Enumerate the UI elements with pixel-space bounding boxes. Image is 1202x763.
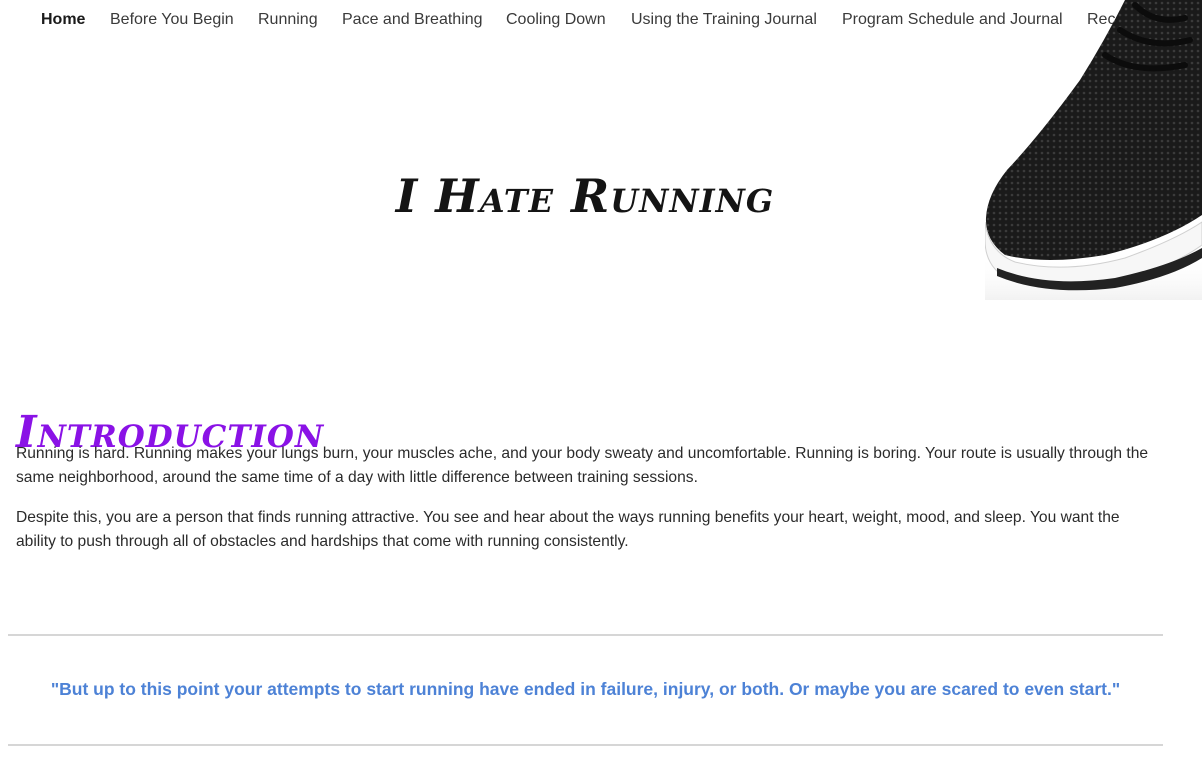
running-shoe-image (985, 0, 1202, 300)
nav-item-using-the-training-journal[interactable]: Using the Training Journal (631, 11, 817, 29)
page: Home Before You Begin Running Pace and B… (0, 0, 1202, 763)
intro-paragraph-1: Running is hard. Running makes your lung… (16, 445, 1149, 486)
nav-item-home[interactable]: Home (41, 11, 85, 29)
divider-top (8, 634, 1163, 636)
pull-quote: "But up to this point your attempts to s… (50, 679, 1121, 699)
divider-bottom (8, 744, 1163, 746)
nav-item-cooling-down[interactable]: Cooling Down (506, 11, 606, 29)
nav-item-pace-and-breathing[interactable]: Pace and Breathing (342, 11, 483, 29)
nav-item-before-you-begin[interactable]: Before You Begin (110, 11, 234, 29)
intro-paragraph-2: Despite this, you are a person that find… (16, 509, 1120, 550)
nav-item-running[interactable]: Running (258, 11, 318, 29)
